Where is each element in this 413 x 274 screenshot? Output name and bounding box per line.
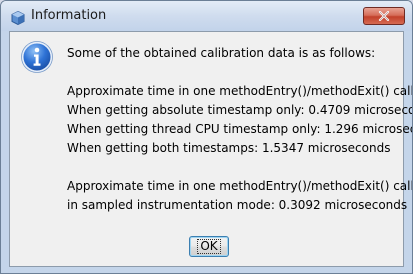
close-icon	[378, 11, 390, 21]
message-text: Some of the obtained calibration data is…	[67, 44, 413, 215]
title-bar[interactable]: Information	[1, 1, 412, 31]
message-line: Approximate time in one methodEntry()/me…	[67, 84, 413, 98]
message-line: Approximate time in one methodEntry()/me…	[67, 179, 413, 193]
message-line: When getting both timestamps: 1.5347 mic…	[67, 141, 391, 155]
close-button[interactable]	[363, 7, 405, 25]
message-line	[67, 63, 402, 82]
ok-button-label: OK	[197, 239, 221, 254]
message-line: in sampled instrumentation mode: 0.3092 …	[67, 198, 408, 212]
window-title: Information	[31, 8, 107, 23]
message-line: Some of the obtained calibration data is…	[67, 46, 376, 60]
information-dialog: Information Some of the obtained calibra…	[0, 0, 413, 274]
message-line	[67, 158, 402, 177]
info-icon	[21, 41, 53, 73]
ok-button[interactable]: OK	[189, 236, 229, 257]
dialog-content: Some of the obtained calibration data is…	[9, 31, 413, 267]
message-line: When getting absolute timestamp only: 0.…	[67, 103, 413, 117]
java-app-icon	[11, 10, 25, 26]
message-line: When getting thread CPU timestamp only: …	[67, 122, 413, 136]
